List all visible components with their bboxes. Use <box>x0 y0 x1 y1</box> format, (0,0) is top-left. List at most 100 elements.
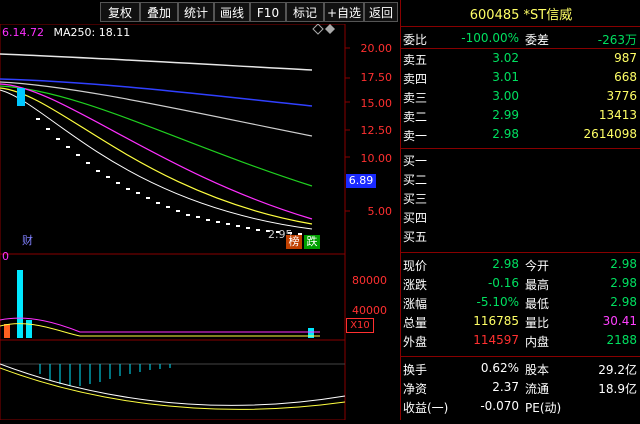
tongji-button[interactable]: 统计 <box>178 2 214 22</box>
chevron-icon[interactable] <box>325 24 335 34</box>
weicha-label: 委差 <box>525 33 550 47</box>
stat-value: 2.98 <box>610 295 637 309</box>
volume-bar <box>26 320 32 338</box>
fund-label: 净资 <box>403 382 428 396</box>
stat-value: 116785 <box>473 314 519 328</box>
kline-chart[interactable]: 6.14.72 MA250: 18.11 20.00 17.50 15.00 1… <box>0 23 400 421</box>
stat-value: -0.16 <box>487 276 519 290</box>
candle-series <box>36 118 302 235</box>
sell-price: 3.01 <box>492 70 519 84</box>
stat-value: 2.98 <box>610 276 637 290</box>
fund-label: 流通 <box>525 382 550 396</box>
sell-label: 卖四 <box>403 72 428 86</box>
fund-value: 0.62% <box>480 361 519 375</box>
volume-bar <box>17 270 23 338</box>
stat-label: 现价 <box>403 259 428 273</box>
buy-label: 买二 <box>403 173 428 187</box>
sell-volume: 3776 <box>606 89 637 103</box>
fuquan-button[interactable]: 复权 <box>100 2 140 22</box>
stat-value: 2.98 <box>610 257 637 271</box>
ma-line-white-short <box>0 89 313 230</box>
fund-value: 2.37 <box>492 380 519 394</box>
divider <box>401 356 640 357</box>
volume-ma-yellow <box>0 323 320 337</box>
stat-label: 涨跌 <box>403 278 428 292</box>
biaoji-button[interactable]: 标记 <box>286 2 324 22</box>
weibi-label: 委比 <box>403 33 428 47</box>
ma250-label: MA250: 18.11 <box>53 26 131 39</box>
stat-label: 最高 <box>525 278 550 292</box>
vol-tick: 80000 <box>352 274 387 287</box>
sell-price: 3.00 <box>492 89 519 103</box>
fund-value: 18.9亿 <box>598 382 637 396</box>
fund-label: 换手 <box>403 363 428 377</box>
sell-volume: 2614098 <box>583 127 637 141</box>
chart-toolbar: 复权 叠加 统计 画线 F10 标记 +自选 返回 <box>0 0 400 24</box>
ranking-badge[interactable]: 榜 <box>286 235 302 249</box>
fall-badge[interactable]: 跌 <box>304 235 320 249</box>
ma-line-white-long <box>0 53 313 71</box>
current-price-tag: 6.89 <box>346 174 376 188</box>
stat-value: 114597 <box>473 333 519 347</box>
candle <box>17 88 25 106</box>
volume-bar <box>4 324 10 338</box>
divider <box>401 26 640 27</box>
stat-value: 30.41 <box>602 314 637 328</box>
ma-legend: 6.14.72 MA250: 18.11 <box>2 26 130 39</box>
stat-value: 2.98 <box>492 257 519 271</box>
weicha-value: -263万 <box>597 33 637 47</box>
divider <box>401 48 640 49</box>
stat-label: 总量 <box>403 316 428 330</box>
finance-marker[interactable]: 财 <box>22 234 38 248</box>
y-tick: 10.00 <box>360 152 393 165</box>
y-tick: 17.50 <box>360 71 393 84</box>
stat-value: -5.10% <box>476 295 519 309</box>
sell-volume: 987 <box>614 51 637 65</box>
back-button[interactable]: 返回 <box>364 2 398 22</box>
sell-price: 2.98 <box>492 127 519 141</box>
f10-button[interactable]: F10 <box>250 2 286 22</box>
volume-ma-magenta <box>0 317 320 333</box>
sell-label: 卖三 <box>403 91 428 105</box>
stat-value: 2188 <box>606 333 637 347</box>
fund-value: 29.2亿 <box>598 363 637 377</box>
ma-legend-left: 6.14.72 <box>2 26 44 39</box>
huaxian-button[interactable]: 画线 <box>214 2 250 22</box>
stock-title: 600485 *ST信威 <box>469 8 573 23</box>
kline-chart-svg <box>0 23 350 421</box>
quote-panel: 600485 *ST信威 委比 -100.00% 委差 -263万 卖五 3.0… <box>400 0 640 420</box>
buy-label: 买一 <box>403 154 428 168</box>
stat-label: 内盘 <box>525 335 550 349</box>
vol-unit-label: X10 <box>346 318 374 333</box>
y-tick: 12.50 <box>360 124 393 137</box>
weibi-value: -100.00% <box>461 31 519 45</box>
diejia-button[interactable]: 叠加 <box>140 2 178 22</box>
sell-price: 3.02 <box>492 51 519 65</box>
divider <box>401 252 640 253</box>
sell-label: 卖五 <box>403 53 428 67</box>
fund-label: PE(动) <box>525 401 562 415</box>
stat-label: 量比 <box>525 316 550 330</box>
stat-label: 外盘 <box>403 335 428 349</box>
stat-label: 最低 <box>525 297 550 311</box>
volume-left-label: 0 <box>2 250 9 263</box>
y-tick: 5.00 <box>367 205 393 218</box>
vol-tick: 40000 <box>352 304 387 317</box>
sell-volume: 13413 <box>598 108 637 122</box>
add-watchlist-button[interactable]: +自选 <box>324 2 364 22</box>
chart-frame <box>0 23 346 421</box>
y-tick: 20.00 <box>360 42 393 55</box>
buy-label: 买三 <box>403 192 428 206</box>
stat-label: 涨幅 <box>403 297 428 311</box>
fund-value: -0.070 <box>480 399 519 413</box>
y-tick: 15.00 <box>360 97 393 110</box>
divider <box>401 148 640 149</box>
sell-label: 卖一 <box>403 129 428 143</box>
fund-label: 股本 <box>525 363 550 377</box>
settings-diamond-icon[interactable] <box>312 23 324 35</box>
buy-label: 买五 <box>403 230 428 244</box>
sell-label: 卖二 <box>403 110 428 124</box>
sell-volume: 668 <box>614 70 637 84</box>
stat-label: 今开 <box>525 259 550 273</box>
buy-label: 买四 <box>403 211 428 225</box>
